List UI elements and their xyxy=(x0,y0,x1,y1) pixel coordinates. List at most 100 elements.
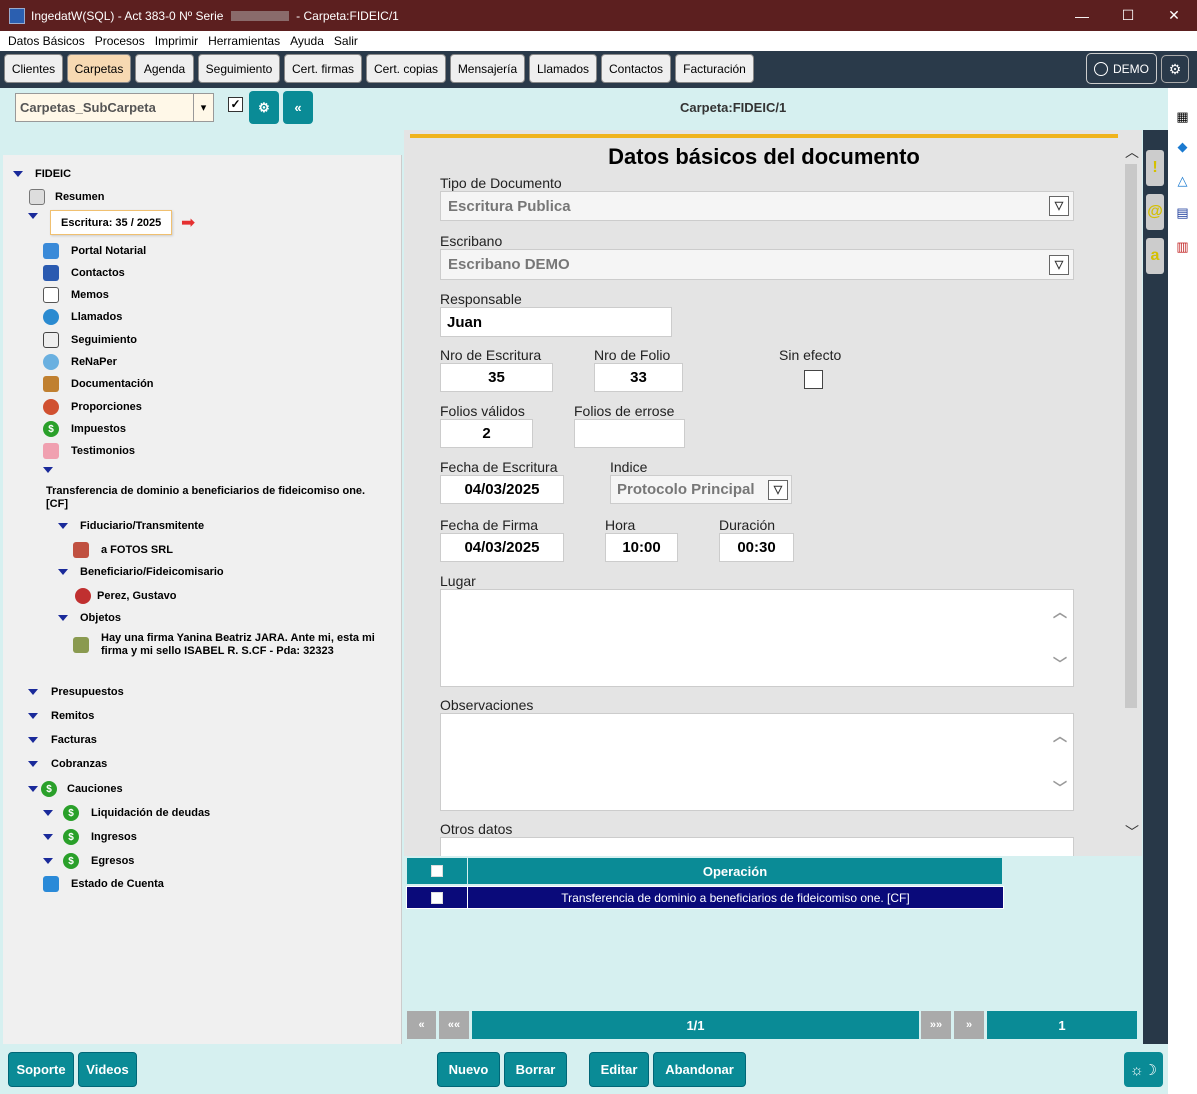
menu-procesos[interactable]: Procesos xyxy=(95,34,145,48)
tab-mensajeria[interactable]: Mensajería xyxy=(450,54,525,83)
responsable-input[interactable]: Juan xyxy=(440,307,672,337)
pager-prev-button[interactable]: « xyxy=(407,1011,436,1039)
minimize-button[interactable]: — xyxy=(1059,0,1105,31)
pager-first-button[interactable]: «« xyxy=(439,1011,469,1039)
tree-remitos[interactable]: Remitos xyxy=(28,710,94,722)
nro-folio-input[interactable]: 33 xyxy=(594,363,683,392)
chevron-down-icon[interactable]: ▽ xyxy=(1049,196,1069,216)
checkbox[interactable] xyxy=(431,865,443,877)
nro-escritura-input[interactable]: 35 xyxy=(440,363,553,392)
nuevo-button[interactable]: Nuevo xyxy=(437,1052,500,1087)
pager-last-button[interactable]: »» xyxy=(921,1011,951,1039)
theme-toggle-icon[interactable]: ☼☽ xyxy=(1124,1052,1163,1087)
videos-button[interactable]: Videos xyxy=(78,1052,137,1087)
tab-clientes[interactable]: Clientes xyxy=(4,54,63,83)
sin-efecto-checkbox[interactable] xyxy=(804,370,823,389)
tree-fiduciario-value[interactable]: a FOTOS SRL xyxy=(73,542,173,558)
close-button[interactable]: ✕ xyxy=(1151,0,1197,31)
tree-objetos-value[interactable]: Hay una firma Yanina Beatriz JARA. Ante … xyxy=(73,632,381,658)
fecha-firma-input[interactable]: 04/03/2025 xyxy=(440,533,564,562)
chevron-down-icon[interactable]: ▽ xyxy=(1049,254,1069,275)
scroll-down-icon[interactable]: ﹀ xyxy=(1125,822,1139,842)
observaciones-textarea[interactable]: ︿ ﹀ xyxy=(440,713,1074,811)
text-a-icon[interactable]: a xyxy=(1146,238,1164,274)
scroll-up-icon[interactable]: ︿ xyxy=(1053,602,1067,622)
duracion-input[interactable]: 00:30 xyxy=(719,533,794,562)
borrar-button[interactable]: Borrar xyxy=(504,1052,567,1087)
tree-presupuestos[interactable]: Presupuestos xyxy=(28,686,124,698)
tree-seguimiento[interactable]: Seguimiento xyxy=(43,332,137,348)
escritura-expand[interactable] xyxy=(28,213,38,219)
pager-next-button[interactable]: » xyxy=(954,1011,984,1039)
table-row[interactable]: Transferencia de dominio a beneficiarios… xyxy=(467,886,1004,909)
drive-icon[interactable]: △ xyxy=(1174,172,1191,189)
user-button[interactable]: DEMO xyxy=(1086,53,1157,84)
tree-memos[interactable]: Memos xyxy=(43,287,109,303)
chevron-down-icon[interactable]: ▾ xyxy=(193,94,213,121)
indice-select[interactable]: Protocolo Principal ▽ xyxy=(610,475,792,504)
tree-beneficiario-value[interactable]: Perez, Gustavo xyxy=(75,588,176,604)
scroll-up-icon[interactable]: ︿ xyxy=(1053,726,1067,746)
tipo-select[interactable]: Escritura Publica ▽ xyxy=(440,191,1074,221)
chevron-down-icon[interactable]: ▽ xyxy=(768,479,788,500)
tree-escritura[interactable]: Escritura: 35 / 2025 xyxy=(50,210,172,235)
folios-validos-input[interactable]: 2 xyxy=(440,419,533,448)
tree-root[interactable]: FIDEIC xyxy=(13,168,71,180)
otros-textarea[interactable] xyxy=(440,837,1074,856)
tree-beneficiario[interactable]: Beneficiario/Fideicomisario xyxy=(58,566,224,578)
hora-input[interactable]: 10:00 xyxy=(605,533,678,562)
escribano-select[interactable]: Escribano DEMO ▽ xyxy=(440,249,1074,280)
tree-contactos[interactable]: Contactos xyxy=(43,265,125,281)
scroll-down-icon[interactable]: ﹀ xyxy=(1053,654,1067,674)
tree-impuestos[interactable]: $ Impuestos xyxy=(43,421,126,437)
lugar-textarea[interactable]: ︿ ﹀ xyxy=(440,589,1074,687)
maximize-button[interactable]: ☐ xyxy=(1105,0,1151,31)
tree-proporciones[interactable]: Proporciones xyxy=(43,399,142,415)
email-icon[interactable]: @ xyxy=(1146,194,1164,230)
tree-cauciones[interactable]: $ Cauciones xyxy=(28,781,123,797)
tree-facturas[interactable]: Facturas xyxy=(28,734,97,746)
menu-imprimir[interactable]: Imprimir xyxy=(155,34,198,48)
alert-icon[interactable]: ! xyxy=(1146,150,1164,186)
abandonar-button[interactable]: Abandonar xyxy=(653,1052,746,1087)
tree-fiduciario[interactable]: Fiduciario/Transmitente xyxy=(58,520,204,532)
tree-ingresos[interactable]: $ Ingresos xyxy=(43,829,137,845)
grid-header-operacion[interactable]: Operación xyxy=(468,858,1002,884)
document-icon[interactable]: ▤ xyxy=(1174,204,1191,221)
tree-renaper[interactable]: ReNaPer xyxy=(43,354,117,370)
folios-errose-input[interactable] xyxy=(574,419,685,448)
checkbox[interactable] xyxy=(431,891,443,904)
tree-operation[interactable]: Transferencia de dominio a beneficiarios… xyxy=(46,485,386,511)
calculator-icon[interactable]: ▦ xyxy=(1174,108,1191,125)
scroll-up-icon[interactable]: ︿ xyxy=(1125,142,1139,162)
tree-llamados[interactable]: Llamados xyxy=(43,309,122,325)
editar-button[interactable]: Editar xyxy=(589,1052,649,1087)
tree-objetos[interactable]: Objetos xyxy=(58,612,121,624)
menu-herramientas[interactable]: Herramientas xyxy=(208,34,280,48)
grid-select-all[interactable] xyxy=(407,858,467,884)
fecha-escritura-input[interactable]: 04/03/2025 xyxy=(440,475,564,504)
tab-cert-firmas[interactable]: Cert. firmas xyxy=(284,54,362,83)
tree-testimonios[interactable]: Testimonios xyxy=(43,443,135,459)
menu-ayuda[interactable]: Ayuda xyxy=(290,34,324,48)
scroll-down-icon[interactable]: ﹀ xyxy=(1053,778,1067,798)
toolbar-checkbox[interactable]: ✓ xyxy=(228,97,243,112)
tree-resumen[interactable]: Resumen xyxy=(29,189,105,205)
tab-seguimiento[interactable]: Seguimiento xyxy=(198,54,280,83)
options-gear-button[interactable]: ⚙ xyxy=(249,91,279,124)
scroll-thumb[interactable] xyxy=(1125,164,1137,708)
app-link-icon[interactable]: ◆ xyxy=(1174,138,1191,155)
tree-cobranzas[interactable]: Cobranzas xyxy=(28,758,107,770)
subfolder-select[interactable]: Carpetas_SubCarpeta ▾ xyxy=(15,93,214,122)
calendar-icon[interactable]: ▥ xyxy=(1174,238,1191,255)
operation-expand[interactable] xyxy=(43,467,53,473)
tab-llamados[interactable]: Llamados xyxy=(529,54,597,83)
menu-salir[interactable]: Salir xyxy=(334,34,358,48)
tree-liquidacion[interactable]: $ Liquidación de deudas xyxy=(43,805,210,821)
tab-facturacion[interactable]: Facturación xyxy=(675,54,754,83)
collapse-button[interactable]: « xyxy=(283,91,313,124)
settings-gear-icon[interactable]: ⚙ xyxy=(1161,55,1189,83)
tree-portal-notarial[interactable]: Portal Notarial xyxy=(43,243,146,259)
tree-documentacion[interactable]: Documentación xyxy=(43,376,154,392)
tab-agenda[interactable]: Agenda xyxy=(135,54,194,83)
